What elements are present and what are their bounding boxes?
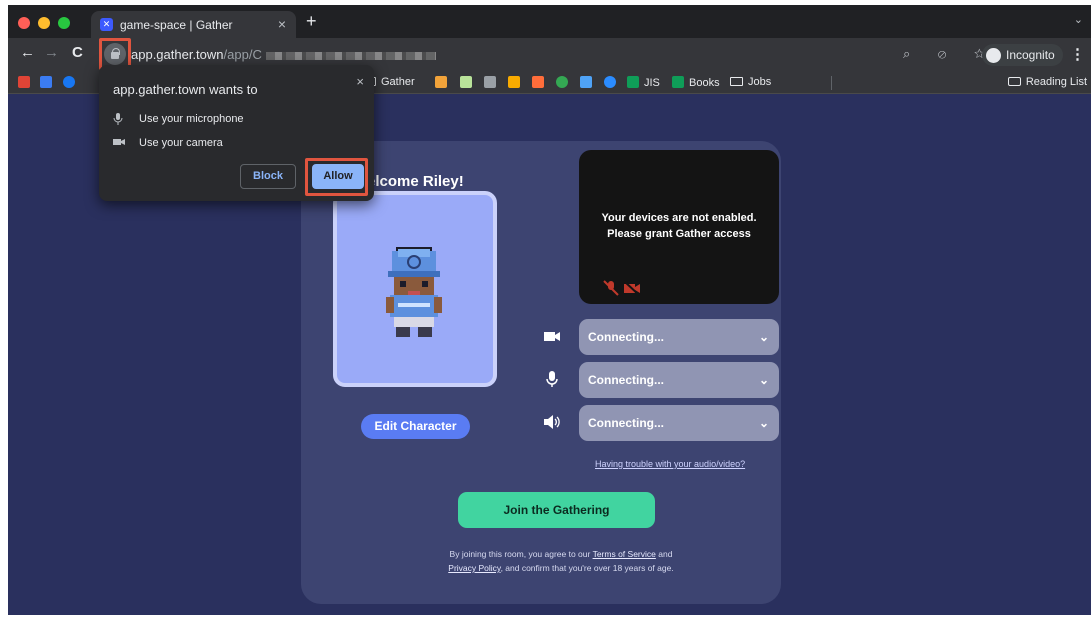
- permission-title: app.gather.town wants to: [113, 82, 258, 97]
- sheets-icon: [672, 76, 684, 88]
- camera-icon: [113, 139, 125, 145]
- camera-icon: [544, 332, 560, 341]
- tab-gather[interactable]: ✕ game-space | Gather ×: [91, 11, 296, 38]
- tab-search-chevron-icon[interactable]: ⌄: [1074, 13, 1083, 26]
- video-status-line: Please grant Gather access: [607, 228, 751, 240]
- close-window-icon[interactable]: [18, 17, 30, 29]
- new-tab-button[interactable]: +: [306, 11, 317, 32]
- microphone-icon: [546, 371, 558, 387]
- bookmark-site[interactable]: [556, 76, 573, 89]
- camera-select-value: Connecting...: [588, 330, 664, 344]
- block-button[interactable]: Block: [240, 164, 296, 189]
- sheets-icon: [627, 76, 639, 88]
- redacted-url-segment: [265, 51, 436, 60]
- bookmark-site[interactable]: [484, 76, 501, 89]
- tab-strip: ✕ game-space | Gather × + ⌄: [8, 5, 1091, 38]
- bookmark-label: JIS: [644, 77, 660, 89]
- character-sprite-icon: [386, 247, 442, 337]
- bookmark-site[interactable]: [532, 76, 549, 89]
- bookmark-favicon-icon: [532, 76, 544, 88]
- reading-list-button[interactable]: Reading List: [1007, 76, 1087, 88]
- mic-muted-icon: [603, 280, 619, 296]
- gather-favicon-icon: ✕: [100, 18, 113, 31]
- allow-highlight-box: [305, 158, 368, 196]
- permission-label: Use your camera: [139, 137, 223, 149]
- microphone-icon: [113, 113, 123, 125]
- bookmark-label: Gather: [381, 76, 415, 88]
- terms-text: and: [658, 549, 673, 559]
- bookmark-site[interactable]: [580, 76, 597, 89]
- chevron-down-icon: ⌄: [758, 330, 769, 344]
- reading-list-icon: [1007, 77, 1021, 86]
- cloud-icon: [580, 76, 592, 88]
- back-button[interactable]: ←: [20, 44, 35, 61]
- video-status-line: Your devices are not enabled.: [601, 212, 757, 224]
- tab-close-icon[interactable]: ×: [278, 16, 286, 32]
- browser-menu-icon[interactable]: ⋮: [1070, 45, 1085, 63]
- welcome-heading: elcome Riley!: [367, 173, 464, 190]
- bookmark-facebook[interactable]: [63, 76, 80, 89]
- permission-item-microphone: Use your microphone: [113, 113, 244, 128]
- bookmark-favicon-icon: [435, 76, 447, 88]
- gmail-icon: [18, 76, 30, 88]
- bookmark-site[interactable]: [460, 76, 477, 89]
- bookmark-label: Jobs: [748, 76, 772, 88]
- url-host: app.gather.town: [131, 47, 224, 62]
- chevron-down-icon: ⌄: [758, 373, 769, 387]
- edit-character-button[interactable]: Edit Character: [361, 414, 470, 439]
- terms-text: By joining this room, you agree to our: [449, 549, 591, 559]
- incognito-badge[interactable]: Incognito: [982, 44, 1063, 66]
- incognito-label: Incognito: [1006, 48, 1055, 62]
- terms-text: , and confirm that you're over 18 years …: [500, 563, 674, 573]
- speaker-icon: [544, 415, 560, 429]
- bookmark-meet[interactable]: [40, 76, 57, 89]
- bookmark-folder-jobs[interactable]: Jobs: [730, 76, 771, 88]
- bookmark-jis[interactable]: JIS: [627, 76, 660, 89]
- terms-notice: By joining this room, you agree to our T…: [401, 547, 721, 575]
- av-trouble-link[interactable]: Having trouble with your audio/video?: [595, 459, 745, 469]
- forward-button[interactable]: →: [44, 44, 59, 61]
- bookmark-label: Books: [689, 77, 720, 89]
- incognito-icon: [986, 48, 1001, 64]
- url-path: /app/C: [223, 47, 262, 62]
- maximize-window-icon[interactable]: [58, 17, 70, 29]
- browser-window: ✕ game-space | Gather × + ⌄ ← → C app.ga…: [8, 5, 1091, 615]
- avatar-preview: [333, 191, 497, 387]
- bookmark-site[interactable]: [508, 76, 525, 89]
- bookmark-favicon-icon: [556, 76, 568, 88]
- bookmark-favicon-icon: [484, 76, 496, 88]
- bookmark-books[interactable]: Books: [672, 76, 720, 89]
- video-preview: Your devices are not enabled. Please gra…: [579, 150, 779, 304]
- join-card: elcome Riley! Edit Character Your device…: [301, 141, 781, 604]
- folder-icon: [730, 77, 743, 86]
- bookmark-site[interactable]: [435, 76, 452, 89]
- bookmark-favicon-icon: [460, 76, 472, 88]
- bookmark-favicon-icon: [604, 76, 616, 88]
- speaker-select-value: Connecting...: [588, 416, 664, 430]
- camera-select[interactable]: Connecting... ⌄: [579, 319, 779, 355]
- video-status-message: Your devices are not enabled. Please gra…: [579, 210, 779, 242]
- bookmark-favicon-icon: [508, 76, 520, 88]
- reload-button[interactable]: C: [72, 44, 83, 61]
- microphone-select-value: Connecting...: [588, 373, 664, 387]
- bookmarks-divider: [831, 76, 832, 90]
- minimize-window-icon[interactable]: [38, 17, 50, 29]
- close-icon[interactable]: ×: [356, 74, 364, 89]
- address-bar[interactable]: app.gather.town/app/C: [131, 47, 436, 62]
- chevron-down-icon: ⌄: [758, 416, 769, 430]
- permission-label: Use your microphone: [139, 113, 244, 125]
- reading-list-label: Reading List: [1025, 76, 1087, 88]
- bookmark-gmail[interactable]: [18, 76, 35, 89]
- permission-item-camera: Use your camera: [113, 137, 223, 150]
- facebook-icon: [63, 76, 75, 88]
- microphone-select[interactable]: Connecting... ⌄: [579, 362, 779, 398]
- privacy-policy-link[interactable]: Privacy Policy: [448, 563, 500, 573]
- terms-of-service-link[interactable]: Terms of Service: [593, 549, 656, 559]
- speaker-select[interactable]: Connecting... ⌄: [579, 405, 779, 441]
- calendar-icon: [40, 76, 52, 88]
- tab-title: game-space | Gather: [120, 18, 233, 32]
- bookmark-site[interactable]: [604, 76, 621, 89]
- join-gathering-button[interactable]: Join the Gathering: [458, 492, 655, 528]
- camera-muted-icon: [623, 280, 640, 296]
